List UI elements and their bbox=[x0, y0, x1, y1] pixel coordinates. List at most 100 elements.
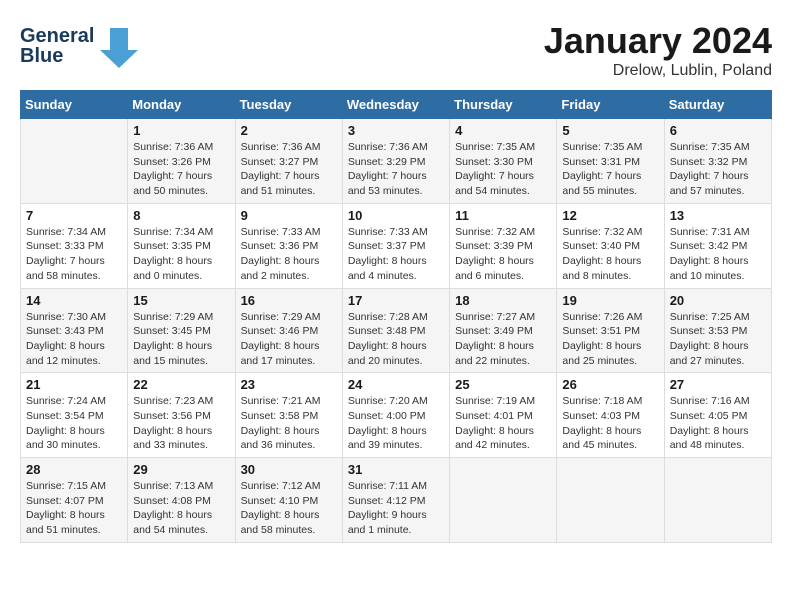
calendar-cell: 23Sunrise: 7:21 AMSunset: 3:58 PMDayligh… bbox=[235, 373, 342, 458]
calendar-cell: 7Sunrise: 7:34 AMSunset: 3:33 PMDaylight… bbox=[21, 203, 128, 288]
column-header-tuesday: Tuesday bbox=[235, 91, 342, 119]
day-info: Sunrise: 7:11 AMSunset: 4:12 PMDaylight:… bbox=[348, 479, 444, 538]
column-header-sunday: Sunday bbox=[21, 91, 128, 119]
day-number: 30 bbox=[241, 462, 337, 477]
day-info: Sunrise: 7:30 AMSunset: 3:43 PMDaylight:… bbox=[26, 310, 122, 369]
day-info: Sunrise: 7:20 AMSunset: 4:00 PMDaylight:… bbox=[348, 394, 444, 453]
calendar-cell: 20 Sunrise: 7:25 AMSunset: 3:53 PMDayligh… bbox=[664, 288, 771, 373]
day-number: 29 bbox=[133, 462, 229, 477]
calendar-cell: 19 Sunrise: 7:26 AMSunset: 3:51 PMDayligh… bbox=[557, 288, 664, 373]
day-number: 2 bbox=[241, 123, 337, 138]
calendar-cell: 14Sunrise: 7:30 AMSunset: 3:43 PMDayligh… bbox=[21, 288, 128, 373]
day-number: 18 bbox=[455, 293, 551, 308]
calendar-cell: 27 Sunrise: 7:16 AMSunset: 4:05 PMDayligh… bbox=[664, 373, 771, 458]
calendar-cell: 28 Sunrise: 7:15 AMSunset: 4:07 PMDayligh… bbox=[21, 458, 128, 543]
day-info: Sunrise: 7:35 AMSunset: 3:31 PMDaylight:… bbox=[562, 140, 658, 199]
calendar-cell: 21Sunrise: 7:24 AMSunset: 3:54 PMDayligh… bbox=[21, 373, 128, 458]
calendar-cell bbox=[557, 458, 664, 543]
column-header-thursday: Thursday bbox=[450, 91, 557, 119]
calendar-week-5: 28 Sunrise: 7:15 AMSunset: 4:07 PMDayligh… bbox=[21, 458, 772, 543]
calendar-week-2: 7Sunrise: 7:34 AMSunset: 3:33 PMDaylight… bbox=[21, 203, 772, 288]
day-number: 25 bbox=[455, 377, 551, 392]
day-info: Sunrise: 7:25 AMSunset: 3:53 PMDaylight:… bbox=[670, 310, 766, 369]
calendar-week-4: 21Sunrise: 7:24 AMSunset: 3:54 PMDayligh… bbox=[21, 373, 772, 458]
calendar-week-1: 1Sunrise: 7:36 AMSunset: 3:26 PMDaylight… bbox=[21, 119, 772, 204]
calendar-cell: 17 Sunrise: 7:28 AMSunset: 3:48 PMDayligh… bbox=[342, 288, 449, 373]
column-header-saturday: Saturday bbox=[664, 91, 771, 119]
calendar-cell: 25Sunrise: 7:19 AMSunset: 4:01 PMDayligh… bbox=[450, 373, 557, 458]
day-number: 21 bbox=[26, 377, 122, 392]
calendar-cell: 8 Sunrise: 7:34 AMSunset: 3:35 PMDaylight… bbox=[128, 203, 235, 288]
day-number: 10 bbox=[348, 208, 444, 223]
logo: General Blue bbox=[20, 20, 150, 70]
calendar-cell: 22 Sunrise: 7:23 AMSunset: 3:56 PMDayligh… bbox=[128, 373, 235, 458]
calendar-cell: 29 Sunrise: 7:13 AMSunset: 4:08 PMDayligh… bbox=[128, 458, 235, 543]
calendar-week-3: 14Sunrise: 7:30 AMSunset: 3:43 PMDayligh… bbox=[21, 288, 772, 373]
day-info: Sunrise: 7:28 AMSunset: 3:48 PMDaylight:… bbox=[348, 310, 444, 369]
day-info: Sunrise: 7:36 AMSunset: 3:27 PMDaylight:… bbox=[241, 140, 337, 199]
day-info: Sunrise: 7:29 AMSunset: 3:46 PMDaylight:… bbox=[241, 310, 337, 369]
day-info: Sunrise: 7:26 AMSunset: 3:51 PMDaylight:… bbox=[562, 310, 658, 369]
calendar-cell: 12 Sunrise: 7:32 AMSunset: 3:40 PMDayligh… bbox=[557, 203, 664, 288]
day-number: 19 bbox=[562, 293, 658, 308]
column-header-monday: Monday bbox=[128, 91, 235, 119]
day-info: Sunrise: 7:36 AMSunset: 3:29 PMDaylight:… bbox=[348, 140, 444, 199]
calendar-cell: 31 Sunrise: 7:11 AMSunset: 4:12 PMDayligh… bbox=[342, 458, 449, 543]
calendar-cell: 6 Sunrise: 7:35 AMSunset: 3:32 PMDaylight… bbox=[664, 119, 771, 204]
day-number: 17 bbox=[348, 293, 444, 308]
day-number: 9 bbox=[241, 208, 337, 223]
day-info: Sunrise: 7:32 AMSunset: 3:39 PMDaylight:… bbox=[455, 225, 551, 284]
day-info: Sunrise: 7:36 AMSunset: 3:26 PMDaylight:… bbox=[133, 140, 229, 199]
day-info: Sunrise: 7:34 AMSunset: 3:33 PMDaylight:… bbox=[26, 225, 122, 284]
calendar-cell: 15Sunrise: 7:29 AMSunset: 3:45 PMDayligh… bbox=[128, 288, 235, 373]
calendar-cell: 4Sunrise: 7:35 AMSunset: 3:30 PMDaylight… bbox=[450, 119, 557, 204]
day-number: 5 bbox=[562, 123, 658, 138]
day-info: Sunrise: 7:13 AMSunset: 4:08 PMDaylight:… bbox=[133, 479, 229, 538]
day-number: 23 bbox=[241, 377, 337, 392]
day-info: Sunrise: 7:16 AMSunset: 4:05 PMDaylight:… bbox=[670, 394, 766, 453]
calendar-table: SundayMondayTuesdayWednesdayThursdayFrid… bbox=[20, 90, 772, 543]
calendar-cell bbox=[664, 458, 771, 543]
svg-text:Blue: Blue bbox=[20, 45, 63, 67]
day-info: Sunrise: 7:31 AMSunset: 3:42 PMDaylight:… bbox=[670, 225, 766, 284]
day-info: Sunrise: 7:23 AMSunset: 3:56 PMDaylight:… bbox=[133, 394, 229, 453]
column-headers: SundayMondayTuesdayWednesdayThursdayFrid… bbox=[21, 91, 772, 119]
column-header-wednesday: Wednesday bbox=[342, 91, 449, 119]
calendar-cell: 10 Sunrise: 7:33 AMSunset: 3:37 PMDayligh… bbox=[342, 203, 449, 288]
day-number: 8 bbox=[133, 208, 229, 223]
day-info: Sunrise: 7:35 AMSunset: 3:30 PMDaylight:… bbox=[455, 140, 551, 199]
month-title: January 2024 bbox=[544, 20, 772, 62]
day-number: 11 bbox=[455, 208, 551, 223]
day-number: 28 bbox=[26, 462, 122, 477]
day-info: Sunrise: 7:15 AMSunset: 4:07 PMDaylight:… bbox=[26, 479, 122, 538]
day-number: 16 bbox=[241, 293, 337, 308]
calendar-cell: 3 Sunrise: 7:36 AMSunset: 3:29 PMDaylight… bbox=[342, 119, 449, 204]
day-number: 27 bbox=[670, 377, 766, 392]
day-number: 26 bbox=[562, 377, 658, 392]
day-number: 31 bbox=[348, 462, 444, 477]
day-info: Sunrise: 7:29 AMSunset: 3:45 PMDaylight:… bbox=[133, 310, 229, 369]
calendar-cell: 26Sunrise: 7:18 AMSunset: 4:03 PMDayligh… bbox=[557, 373, 664, 458]
calendar-cell: 2 Sunrise: 7:36 AMSunset: 3:27 PMDaylight… bbox=[235, 119, 342, 204]
calendar-cell: 9Sunrise: 7:33 AMSunset: 3:36 PMDaylight… bbox=[235, 203, 342, 288]
day-number: 3 bbox=[348, 123, 444, 138]
day-info: Sunrise: 7:32 AMSunset: 3:40 PMDaylight:… bbox=[562, 225, 658, 284]
day-number: 6 bbox=[670, 123, 766, 138]
calendar-cell: 18 Sunrise: 7:27 AMSunset: 3:49 PMDayligh… bbox=[450, 288, 557, 373]
day-number: 22 bbox=[133, 377, 229, 392]
day-info: Sunrise: 7:12 AMSunset: 4:10 PMDaylight:… bbox=[241, 479, 337, 538]
day-info: Sunrise: 7:33 AMSunset: 3:37 PMDaylight:… bbox=[348, 225, 444, 284]
calendar-cell bbox=[450, 458, 557, 543]
day-number: 13 bbox=[670, 208, 766, 223]
page-header: General Blue January 2024 Drelow, Lublin… bbox=[20, 20, 772, 80]
calendar-cell bbox=[21, 119, 128, 204]
day-info: Sunrise: 7:34 AMSunset: 3:35 PMDaylight:… bbox=[133, 225, 229, 284]
column-header-friday: Friday bbox=[557, 91, 664, 119]
calendar-cell: 5 Sunrise: 7:35 AMSunset: 3:31 PMDaylight… bbox=[557, 119, 664, 204]
day-number: 12 bbox=[562, 208, 658, 223]
calendar-cell: 16 Sunrise: 7:29 AMSunset: 3:46 PMDayligh… bbox=[235, 288, 342, 373]
day-info: Sunrise: 7:35 AMSunset: 3:32 PMDaylight:… bbox=[670, 140, 766, 199]
day-number: 20 bbox=[670, 293, 766, 308]
calendar-cell: 13 Sunrise: 7:31 AMSunset: 3:42 PMDayligh… bbox=[664, 203, 771, 288]
day-info: Sunrise: 7:27 AMSunset: 3:49 PMDaylight:… bbox=[455, 310, 551, 369]
